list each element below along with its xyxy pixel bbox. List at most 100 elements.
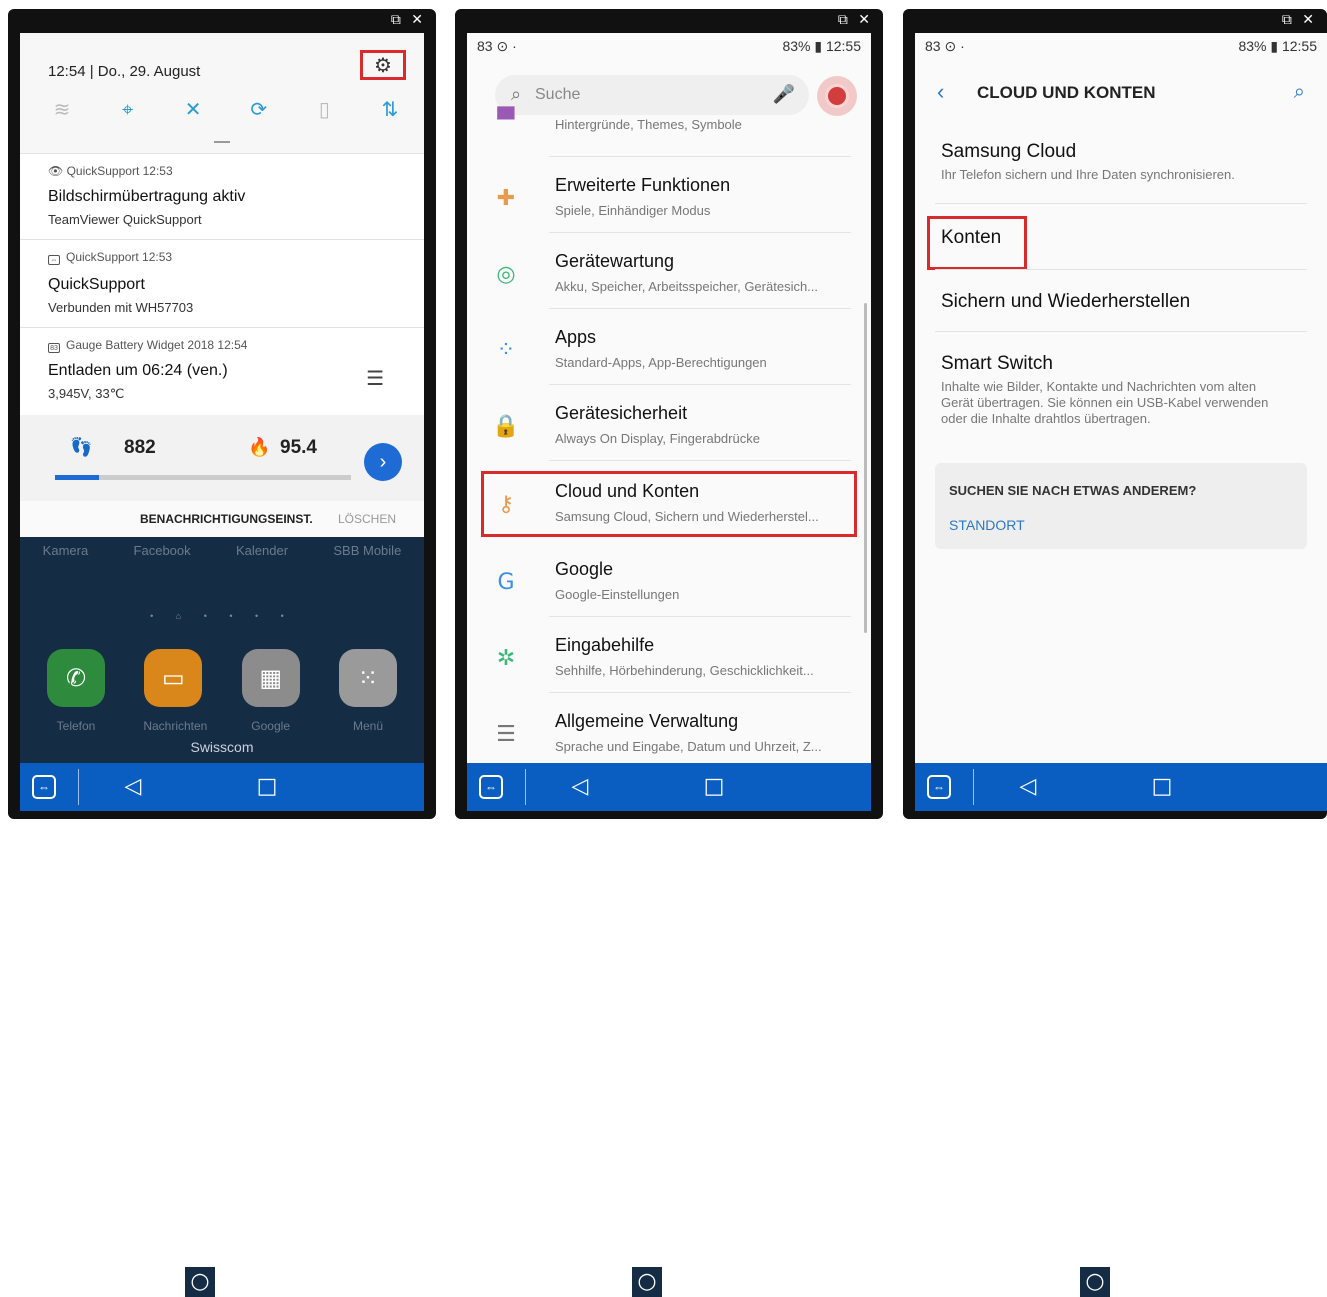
window-controls[interactable]: ⧉ ✕	[1282, 12, 1317, 28]
teamviewer-toolbar: ⧉ ✕	[455, 9, 883, 33]
themes-icon: ▀	[497, 107, 515, 133]
notification-subtitle: TeamViewer QuickSupport	[48, 212, 202, 227]
home-icon[interactable]: ○	[1080, 1267, 1110, 1297]
battery-badge: 83	[48, 343, 60, 353]
settings-item[interactable]: ☰ Allgemeine Verwaltung Sprache und Eing…	[467, 693, 871, 763]
notification-card[interactable]: 83 Gauge Battery Widget 2018 12:54 Entlad…	[20, 327, 424, 416]
settings-item[interactable]: ⁘ Apps Standard-Apps, App-Berechtigungen	[467, 309, 871, 385]
home-label[interactable]: SBB Mobile	[333, 543, 401, 558]
item-title: Eingabehilfe	[555, 635, 655, 655]
teamviewer-icon: ⇔	[48, 255, 60, 265]
sliders-icon[interactable]: ☰	[366, 366, 384, 391]
window-controls[interactable]: ⧉ ✕	[838, 12, 873, 28]
navigation-bar: ⇔ ◁ ○ □	[467, 763, 871, 1297]
list-item-sichern[interactable]: Sichern und Wiederherstellen	[915, 291, 1327, 331]
teamviewer-icon[interactable]: ⇔	[32, 775, 56, 799]
apps-icon: ⁘	[496, 337, 516, 363]
notification-actions: BENACHRICHTIGUNGSEINST. LÖSCHEN	[20, 501, 424, 537]
back-icon[interactable]: ◁	[118, 772, 148, 802]
teamviewer-icon[interactable]: ⇔	[927, 775, 951, 799]
back-icon[interactable]: ◁	[565, 772, 595, 802]
suggestion-question: SUCHEN SIE NACH ETWAS ANDEREM?	[949, 483, 1197, 498]
item-title: Samsung Cloud	[941, 141, 1077, 162]
steps-value: 882	[124, 437, 156, 458]
status-right: 83% ▮ 12:55	[782, 38, 861, 54]
settings-item[interactable]: 🔒 Gerätesicherheit Always On Display, Fi…	[467, 385, 871, 461]
item-subtitle: Ihr Telefon sichern und Ihre Daten synch…	[941, 167, 1235, 182]
flame-icon: 🔥	[248, 437, 271, 457]
notification-title: QuickSupport	[48, 276, 145, 293]
notification-settings-button[interactable]: BENACHRICHTIGUNGSEINST.	[140, 512, 313, 526]
settings-item[interactable]: ✲ Eingabehilfe Sehhilfe, Hörbehinderung,…	[467, 617, 871, 693]
lock-icon: 🔒	[492, 413, 520, 439]
window-controls[interactable]: ⧉ ✕	[391, 12, 426, 28]
next-button[interactable]: ›	[364, 443, 402, 481]
document-icon[interactable]: ▯	[310, 95, 338, 123]
app-menu[interactable]: ⁙ Menü	[338, 649, 398, 733]
phone-frame-cloud-accounts: ⧉ ✕ 83 ⊙ · 83% ▮ 12:55 ‹ CLOUD UND KONTE…	[903, 9, 1327, 1297]
drag-handle[interactable]	[214, 141, 230, 143]
search-icon[interactable]: ⌕	[1294, 79, 1305, 103]
fitness-widget[interactable]: 👣 882 🔥 95.4 ›	[20, 415, 424, 501]
gear-icon: ⚙	[374, 54, 392, 77]
recents-icon[interactable]: □	[252, 772, 282, 802]
highlight-box	[481, 471, 857, 537]
app-google[interactable]: ▦ Google	[241, 649, 301, 733]
cloud-accounts-screen: 83 ⊙ · 83% ▮ 12:55 ‹ CLOUD UND KONTEN ⌕ …	[915, 33, 1327, 763]
notification-card[interactable]: 👁 QuickSupport 12:53 Bildschirmübertragu…	[20, 153, 424, 240]
item-subtitle: Standard-Apps, App-Berechtigungen	[555, 355, 767, 370]
app-nachrichten[interactable]: ▭ Nachrichten	[143, 649, 207, 733]
settings-item[interactable]: G Google Google-Einstellungen	[467, 541, 871, 617]
item-title: Gerätewartung	[555, 251, 675, 271]
status-bar: 83 ⊙ · 83% ▮ 12:55	[915, 33, 1327, 59]
google-folder-icon: ▦	[241, 649, 300, 707]
app-telefon[interactable]: ✆ Telefon	[46, 649, 106, 733]
standort-link[interactable]: STANDORT	[949, 517, 1025, 533]
settings-item[interactable]: ▀ Hintergründe, Themes, Symbole	[467, 101, 871, 157]
back-arrow-icon[interactable]: ‹	[937, 79, 944, 105]
sound-off-icon[interactable]: ✕	[179, 95, 207, 123]
back-icon[interactable]: ◁	[1013, 772, 1043, 802]
progress-fill	[55, 475, 100, 480]
recents-icon[interactable]: □	[699, 772, 729, 802]
status-left: 83 ⊙ ·	[477, 38, 517, 54]
home-icon[interactable]: ○	[185, 1267, 215, 1297]
messages-icon: ▭	[144, 649, 203, 707]
settings-item[interactable]: ◎ Gerätewartung Akku, Speicher, Arbeitss…	[467, 233, 871, 309]
clear-button[interactable]: LÖSCHEN	[338, 512, 396, 526]
phone-icon: ✆	[47, 649, 105, 707]
progress-bar	[55, 475, 351, 480]
apps-icon: ⁙	[338, 649, 397, 707]
list-item-samsung-cloud[interactable]: Samsung Cloud Ihr Telefon sichern und Ih…	[915, 141, 1327, 211]
app-label: Menü	[352, 719, 383, 733]
list-item-smart-switch[interactable]: Smart Switch Inhalte wie Bilder, Kontakt…	[915, 353, 1327, 443]
notification-card[interactable]: ⇔ QuickSupport 12:53 QuickSupport Verbund…	[20, 239, 424, 328]
rotation-icon[interactable]: ⟳	[245, 95, 273, 123]
wifi-icon[interactable]: ≋	[48, 95, 76, 123]
location-icon[interactable]: ⌖	[114, 95, 142, 123]
advanced-features-icon: ✚	[496, 185, 516, 211]
app-label: Telefon	[56, 719, 96, 733]
home-label[interactable]: Kalender	[236, 543, 288, 558]
page-title: CLOUD UND KONTEN	[977, 83, 1156, 102]
recents-icon[interactable]: □	[1147, 772, 1177, 802]
data-transfer-icon[interactable]: ⇅	[376, 95, 404, 123]
page-indicator: • ⌂ • • • •	[150, 611, 294, 621]
eye-icon: 👁	[48, 164, 67, 178]
status-left: 83 ⊙ ·	[925, 38, 965, 54]
notification-title: Entladen um 06:24 (ven.)	[48, 362, 228, 379]
sliders-icon: ☰	[496, 721, 516, 747]
home-icon[interactable]: ○	[632, 1267, 662, 1297]
teamviewer-icon[interactable]: ⇔	[479, 775, 503, 799]
quick-panel-header: 12:54 | Do., 29. August ⚙ ≋ ⌖ ✕ ⟳ ▯ ⇅	[20, 33, 424, 153]
status-bar: 83 ⊙ · 83% ▮ 12:55	[467, 33, 871, 59]
notification-title: Bildschirmübertragung aktiv	[48, 188, 246, 205]
teamviewer-toolbar: ⧉ ✕	[903, 9, 1327, 33]
settings-button[interactable]: ⚙	[360, 50, 406, 80]
home-label[interactable]: Facebook	[134, 543, 191, 558]
settings-item[interactable]: ✚ Erweiterte Funktionen Spiele, Einhändi…	[467, 157, 871, 233]
calories-value: 95.4	[280, 437, 317, 458]
scrollbar[interactable]	[864, 303, 867, 633]
home-label[interactable]: Kamera	[43, 543, 89, 558]
item-subtitle: Spiele, Einhändiger Modus	[555, 203, 711, 218]
